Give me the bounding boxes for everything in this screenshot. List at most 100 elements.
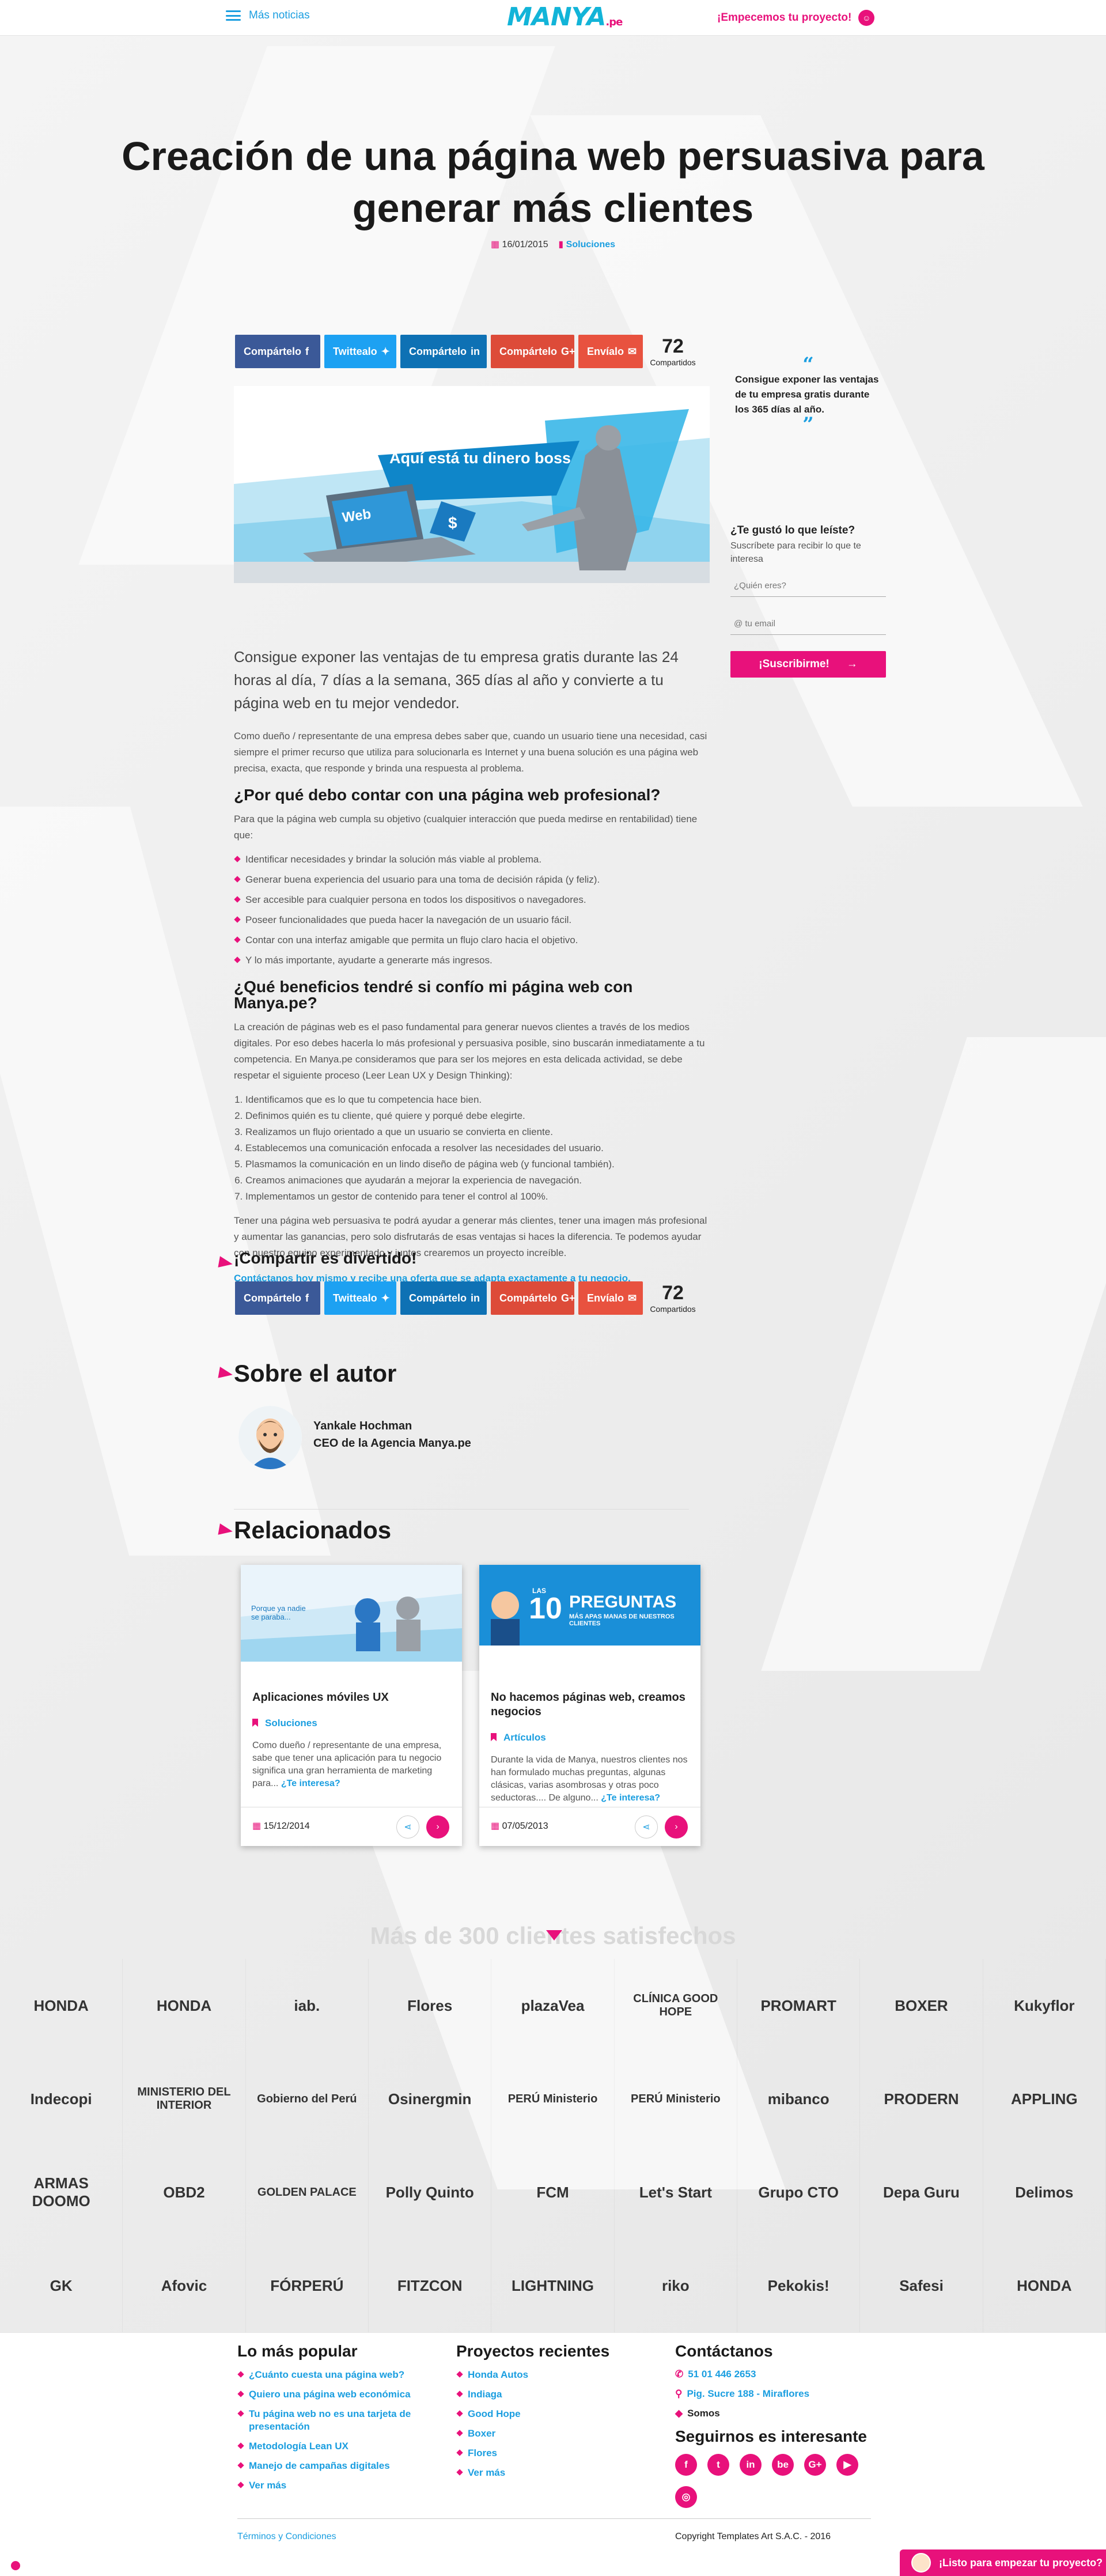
manya-logo[interactable]: MANYA.pe [507, 2, 623, 32]
agent-avatar-icon [911, 2553, 931, 2573]
subscribe-label: ¡Suscribirme! [759, 658, 830, 670]
share-facebook-button[interactable]: Compártelo f [235, 1281, 320, 1315]
subscribe-button[interactable]: ¡Suscribirme! → [730, 651, 886, 678]
article-intro: Como dueño / representante de una empres… [234, 731, 707, 774]
footer-address[interactable]: ⚲ Pig. Sucre 188 - Miraflores [675, 2388, 882, 2400]
author-box: Yankale Hochman CEO de la Agencia Manya.… [234, 1406, 689, 1510]
post-title: Creación de una página web persuasiva pa… [122, 134, 984, 230]
footer-social-title: Seguirnos es interesante [675, 2427, 868, 2445]
chat-bubble-icon[interactable] [9, 2559, 22, 2572]
share-gplus-button[interactable]: Compártelo G+ [491, 1281, 575, 1315]
share-twitter-label: Twittealo [333, 1292, 377, 1304]
footer-link[interactable]: Indiaga [456, 2388, 629, 2401]
share-twitter-button[interactable]: Twittealo ✦ [324, 1281, 396, 1315]
share-gplus-button[interactable]: Compártelo G+ [491, 335, 575, 368]
twitter-icon: ✦ [381, 345, 390, 357]
share-count-number: 72 [662, 1281, 684, 1304]
email-input[interactable]: @ tu email [730, 611, 886, 635]
share-gplus-label: Compártelo [499, 1292, 558, 1304]
footer-link[interactable]: Flores [456, 2447, 629, 2460]
related-card-date: 07/05/2013 [502, 1821, 548, 1831]
related-card-more-link[interactable]: ¿Te interesa? [281, 1779, 340, 1788]
footer-link[interactable]: Metodología Lean UX [237, 2440, 433, 2453]
share-linkedin-button[interactable]: Compártelo in [400, 1281, 487, 1315]
location-icon: ⚲ [675, 2388, 683, 2399]
footer-link[interactable]: ¿Cuánto cuesta una página web? [237, 2369, 433, 2381]
bookmark-icon: ▮ [558, 240, 564, 249]
share-gplus-label: Compártelo [499, 345, 558, 357]
author-name: Yankale Hochman [313, 1420, 412, 1432]
footer-phone-text: 51 01 446 2653 [688, 2369, 756, 2380]
name-input[interactable]: ¿Quién eres? [730, 573, 886, 597]
footer-link[interactable]: Quiero una página web económica [237, 2388, 433, 2401]
share-section-title: ¡Compartir es divertido! [234, 1249, 417, 1267]
footer-about[interactable]: ◆ Somos [675, 2408, 882, 2419]
client-logo: Osinergmin [369, 2052, 492, 2146]
share-twitter-label: Twittealo [333, 345, 377, 357]
start-project-cta[interactable]: ¡Empecemos tu proyecto! ☺ [717, 10, 875, 26]
footer-link[interactable]: Good Hope [456, 2408, 629, 2420]
footer-projects: Proyectos recientes Honda Autos Indiaga … [456, 2342, 629, 2486]
article-p2: La creación de páginas web es el paso fu… [234, 1022, 705, 1081]
footer-link[interactable]: Manejo de campañas digitales [237, 2460, 433, 2472]
related-card-title[interactable]: Aplicaciones móviles UX [252, 1690, 450, 1705]
share-linkedin-button[interactable]: Compártelo in [400, 335, 487, 368]
author-info: Yankale Hochman CEO de la Agencia Manya.… [313, 1417, 471, 1452]
facebook-icon[interactable]: f [675, 2454, 697, 2476]
hero-illustration: Aquí está tu dinero boss Web $ [234, 386, 710, 583]
client-logo: GOLDEN PALACE [246, 2146, 369, 2239]
related-card[interactable]: Porque ya nadie se paraba... Aplicacione… [241, 1565, 462, 1846]
youtube-icon[interactable]: ▶ [836, 2454, 858, 2476]
footer-link[interactable]: Tu página web no es una tarjeta de prese… [237, 2408, 433, 2433]
footer-phone[interactable]: ✆ 51 01 446 2653 [675, 2369, 882, 2380]
list-item: Definimos quién es tu cliente, qué quier… [245, 1108, 710, 1124]
share-count-number: 72 [662, 335, 684, 357]
related-card-image: LAS 10 PREGUNTAS MÁS APAS MANAS DE NUEST… [479, 1565, 700, 1662]
share-email-button[interactable]: Envíalo ✉ [578, 1281, 643, 1315]
share-email-button[interactable]: Envíalo ✉ [578, 335, 643, 368]
footer-link[interactable]: Boxer [456, 2427, 629, 2440]
floating-start-project-button[interactable]: ¡Listo para empezar tu proyecto? [900, 2549, 1106, 2576]
mail-icon: ✉ [628, 1292, 637, 1304]
requirements-list: Identificar necesidades y brindar la sol… [234, 852, 710, 969]
hamburger-icon [226, 10, 241, 21]
behance-icon[interactable]: be [772, 2454, 794, 2476]
share-facebook-label: Compártelo [244, 345, 302, 357]
linkedin-icon[interactable]: in [740, 2454, 762, 2476]
related-card[interactable]: LAS 10 PREGUNTAS MÁS APAS MANAS DE NUEST… [479, 1565, 700, 1846]
twitter-icon[interactable]: t [707, 2454, 729, 2476]
footer-link[interactable]: Honda Autos [456, 2369, 629, 2381]
share-facebook-button[interactable]: Compártelo f [235, 335, 320, 368]
client-logo: FÓRPERÚ [246, 2239, 369, 2332]
footer-bottom: Términos y Condiciones Copyright Templat… [237, 2518, 871, 2542]
share-icon[interactable]: ⋖ [396, 1815, 419, 1839]
author-role: CEO de la Agencia Manya.pe [313, 1437, 471, 1450]
list-item: Identificamos que es lo que tu competenc… [245, 1092, 710, 1108]
list-item: Y lo más importante, ayudarte a generart… [234, 952, 710, 969]
copyright-text: Copyright Templates Art S.A.C. - 2016 [675, 2532, 831, 2541]
footer-link[interactable]: Ver más [237, 2479, 433, 2492]
more-news-menu-button[interactable]: Más noticias [226, 9, 310, 22]
share-icon[interactable]: ⋖ [635, 1815, 658, 1839]
footer-link[interactable]: Ver más [456, 2467, 629, 2479]
list-item: Implementamos un gestor de contenido par… [245, 1189, 710, 1205]
share-facebook-label: Compártelo [244, 1292, 302, 1304]
footer-popular-title: Lo más popular [237, 2342, 358, 2360]
client-logo: PERÚ Ministerio [491, 2052, 615, 2146]
post-category-link[interactable]: Soluciones [566, 240, 615, 249]
share-twitter-button[interactable]: Twittealo ✦ [324, 335, 396, 368]
related-card-category[interactable]: Soluciones [252, 1718, 450, 1729]
related-card-image-subheading: MÁS APAS MANAS DE NUESTROS CLIENTES [569, 1613, 675, 1627]
gplus-icon[interactable]: G+ [804, 2454, 826, 2476]
terms-link[interactable]: Términos y Condiciones [237, 2532, 336, 2541]
floating-cta-label: ¡Listo para empezar tu proyecto? [939, 2556, 1103, 2569]
related-card-category[interactable]: Artículos [491, 1732, 689, 1743]
client-logo: Depa Guru [860, 2146, 983, 2239]
sidebar-quote-text: Consigue exponer las ventajas de tu empr… [735, 374, 879, 415]
instagram-icon[interactable]: ◎ [675, 2486, 697, 2508]
related-card-title[interactable]: No hacemos páginas web, creamos negocios [491, 1690, 689, 1719]
chevron-right-icon[interactable]: › [665, 1815, 688, 1839]
chevron-right-icon[interactable]: › [426, 1815, 449, 1839]
arrow-right-icon: → [846, 658, 858, 670]
related-card-more-link[interactable]: ¿Te interesa? [601, 1793, 660, 1803]
